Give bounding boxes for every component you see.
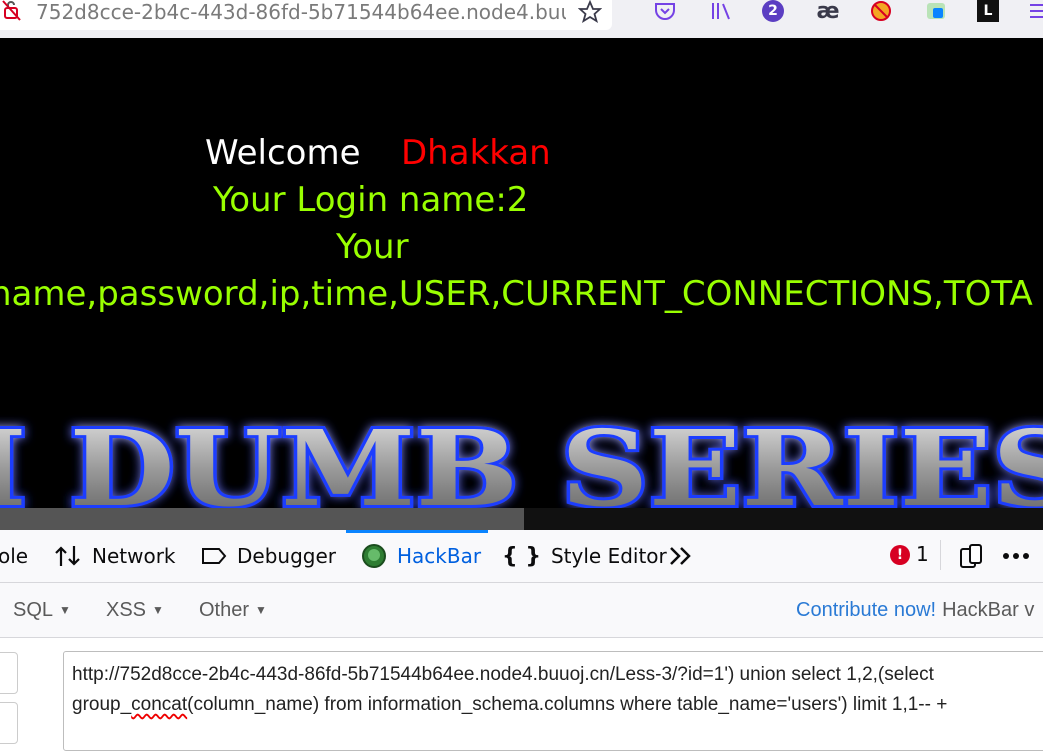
star-icon[interactable] [577,0,603,24]
browser-toolbar: 752d8cce-2b4c-443d-86fd-5b71544b64ee.nod… [0,0,1043,38]
username-text: Dhakkan [401,133,551,173]
chevron-double-right-icon[interactable] [668,530,694,582]
login-name-line: Your Login name:2 [213,180,529,220]
tab-debugger[interactable]: Debugger [201,530,336,582]
more-options-icon[interactable] [1002,530,1030,582]
menu-icon[interactable] [1024,0,1043,22]
contribute-area: Contribute now! HackBar v [796,583,1034,637]
password-label: Your [336,227,409,267]
tab-style-editor-label: Style Editor [550,544,667,568]
caret-down-icon: ▼ [59,603,71,617]
xss-menu-label: XSS [106,598,147,621]
url-textarea[interactable]: http://752d8cce-2b4c-443d-86fd-5b71544b6… [63,651,1043,751]
active-tab-indicator [346,530,488,533]
horizontal-scrollbar[interactable] [0,508,524,530]
address-bar-text[interactable]: 752d8cce-2b4c-443d-86fd-5b71544b64ee.nod… [36,0,566,24]
library-icon[interactable] [708,0,734,22]
hackbar-menu: SQL ▼ XSS ▼ Other ▼ Contribute now! HackBar… [0,583,1043,638]
toolbar-divider [940,540,941,570]
load-url-button[interactable] [0,652,18,694]
extension-badge-count: 2 [762,0,784,22]
sql-menu-label: SQL [13,598,54,621]
tab-style-editor[interactable]: { } Style Editor [502,530,667,582]
dumb-series-banner: I DUMB SERIES [0,413,1043,513]
error-icon[interactable]: ! [890,545,910,565]
network-icon [54,544,82,568]
lock-icon[interactable] [2,0,22,22]
url-line-1: http://752d8cce-2b4c-443d-86fd-5b71544b6… [72,664,934,685]
hackbar-version: HackBar v [942,598,1035,621]
url-line-2-pre: group_ [72,694,132,715]
tab-network[interactable]: Network [54,530,176,582]
caret-down-icon: ▼ [152,603,164,617]
screenshot-icon[interactable] [923,0,949,22]
blocker-icon[interactable] [868,0,894,22]
tab-network-label: Network [92,544,176,568]
tab-console-label: ole [0,544,29,568]
braces-icon: { } [502,543,541,569]
url-line-2-post: (column_name) from information_schema.co… [187,694,948,715]
spellcheck-word: concat [131,694,188,715]
responsive-design-icon[interactable] [958,530,984,582]
other-menu-label: Other [199,598,250,621]
devtools-tab-strip: ole Network Debugger HackBar { } Style E… [0,530,1043,583]
pocket-icon[interactable] [652,0,678,22]
hackbar-icon [361,543,387,569]
tab-hackbar[interactable]: HackBar [361,530,481,582]
debugger-icon [201,546,227,566]
password-value: name,password,ip,time,USER,CURRENT_CONNE… [0,274,1033,314]
welcome-label: Welcome [205,133,361,173]
address-bar[interactable]: 752d8cce-2b4c-443d-86fd-5b71544b64ee.nod… [0,0,612,30]
banner-text: I DUMB SERIES [0,413,1043,513]
page-content: Welcome Dhakkan Your Login name:2 Your n… [0,38,1043,530]
caret-down-icon: ▼ [255,603,267,617]
other-menu[interactable]: Other ▼ [199,583,267,637]
tab-debugger-label: Debugger [237,544,336,568]
extension-badge-icon[interactable]: 2 [760,0,786,22]
split-url-button[interactable] [0,702,18,744]
tab-hackbar-label: HackBar [397,544,482,568]
xss-menu[interactable]: XSS ▼ [106,583,164,637]
tab-console[interactable]: ole [0,530,28,582]
l-extension-icon[interactable]: L [977,0,999,22]
ae-icon[interactable]: æ [815,0,841,24]
contribute-link[interactable]: Contribute now! [796,599,936,622]
sql-menu[interactable]: SQL ▼ [13,583,71,637]
scrollbar-track[interactable] [524,508,1043,530]
error-count[interactable]: 1 [916,542,929,566]
